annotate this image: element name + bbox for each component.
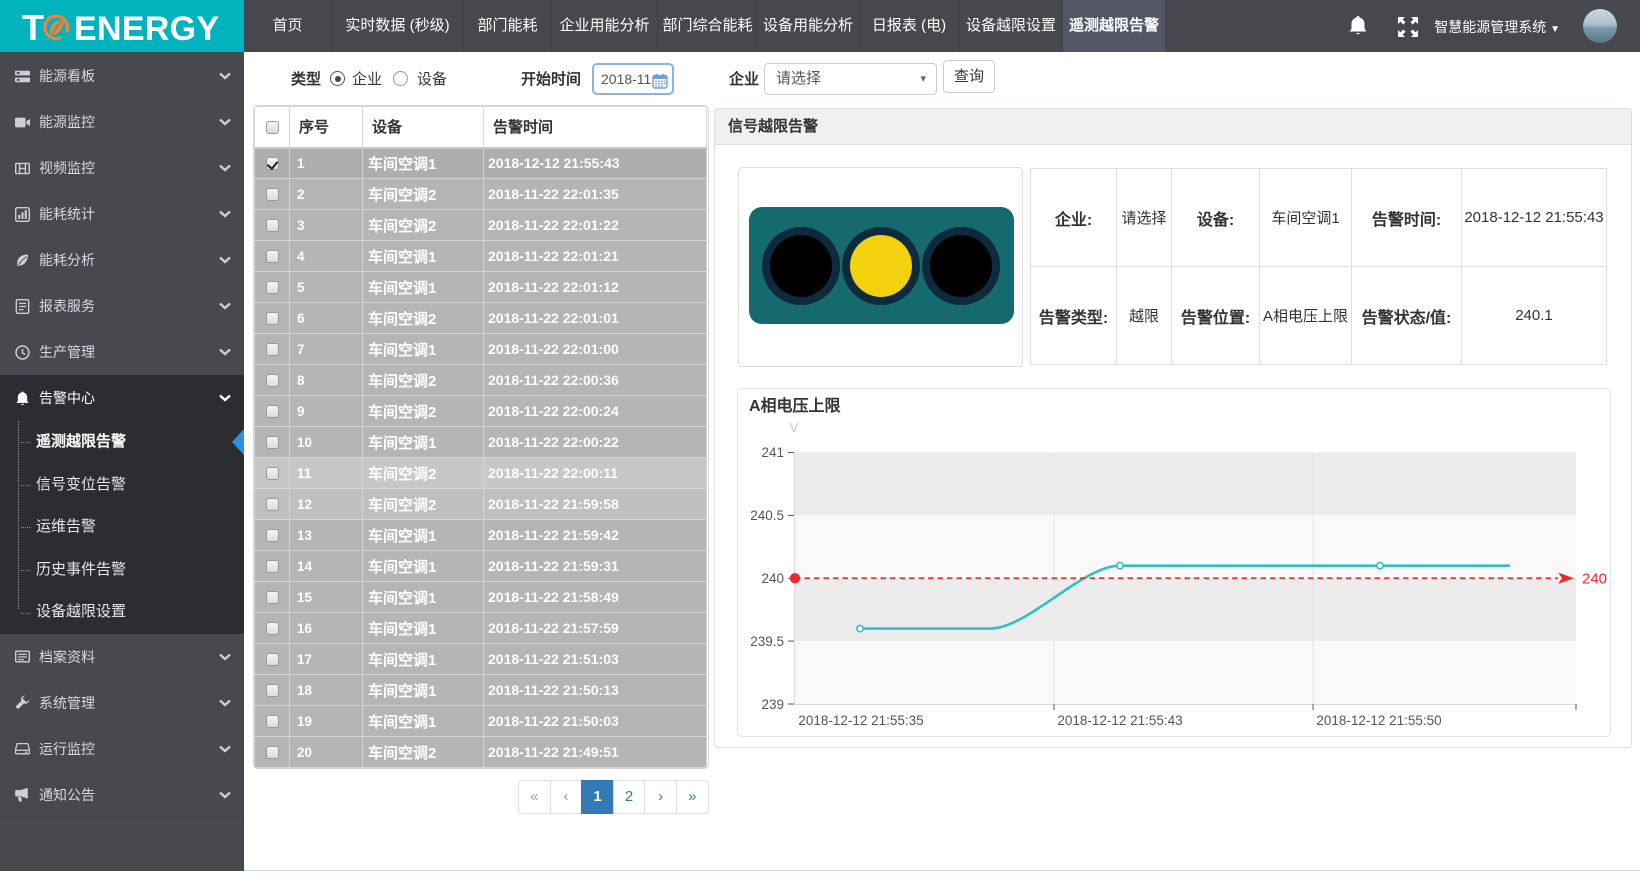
svg-text:240.5: 240.5 [750,508,784,523]
svg-text:2018-12-12 21:55:35: 2018-12-12 21:55:35 [798,713,923,728]
svg-text:2018-12-12 21:55:43: 2018-12-12 21:55:43 [1057,713,1182,728]
svg-text:V: V [790,420,799,435]
svg-text:240: 240 [761,571,784,586]
svg-text:241: 241 [761,445,784,460]
svg-text:T: T [22,7,44,48]
svg-text:239: 239 [761,697,784,712]
svg-text:240: 240 [1582,571,1607,588]
svg-text:239.5: 239.5 [750,634,784,649]
svg-text:2018-12-12 21:55:50: 2018-12-12 21:55:50 [1316,713,1441,728]
svg-text:ENERGY: ENERGY [74,10,219,48]
